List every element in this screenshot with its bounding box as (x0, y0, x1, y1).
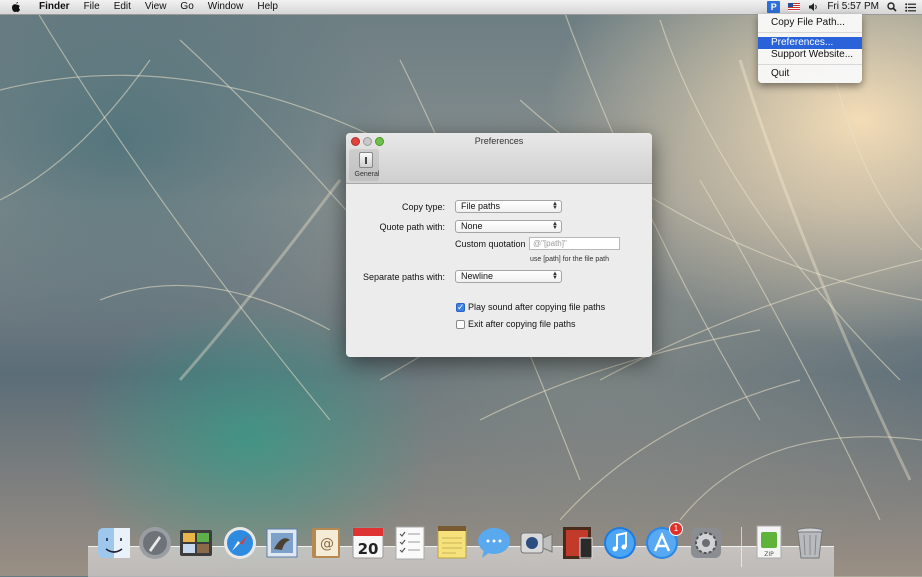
status-item-menu: Copy File Path... Preferences... Support… (758, 14, 862, 83)
custom-quotation-label: Custom quotation (455, 239, 526, 249)
quote-path-label: Quote path with: (379, 222, 445, 232)
general-preferences-icon (359, 152, 373, 168)
dock-separator (741, 527, 742, 567)
itunes-dock-icon[interactable] (602, 524, 638, 562)
menu-edit[interactable]: Edit (107, 0, 138, 14)
volume-icon[interactable] (808, 2, 819, 12)
menu-help[interactable]: Help (250, 0, 285, 14)
messages-dock-icon[interactable] (476, 524, 512, 562)
separate-paths-label: Separate paths with: (362, 272, 445, 282)
facetime-dock-icon[interactable] (518, 524, 554, 562)
copy-type-popup[interactable]: File paths ▲ ▼ (455, 200, 562, 213)
tab-general-label: General (354, 171, 380, 178)
menu-bar: Finder File Edit View Go Window Help P F… (0, 0, 922, 15)
play-sound-checkbox[interactable] (456, 302, 465, 313)
menu-item-quit[interactable]: Quit (758, 68, 862, 80)
popup-arrows-icon: ▲ ▼ (552, 221, 558, 231)
menu-clock[interactable]: Fri 5:57 PM (827, 0, 879, 14)
finder-dock-icon[interactable] (96, 524, 132, 562)
menu-window[interactable]: Window (201, 0, 251, 14)
copy-type-value: File paths (461, 201, 501, 211)
calendar-dock-icon[interactable]: 20 (350, 524, 386, 562)
contacts-dock-icon[interactable]: @ (308, 524, 344, 562)
menu-separator (758, 64, 862, 65)
notes-dock-icon[interactable] (434, 524, 470, 562)
menu-item-copy-file-path[interactable]: Copy File Path... (758, 17, 862, 29)
popup-arrows-icon: ▲ ▼ (552, 201, 558, 211)
trash-dock-icon[interactable] (792, 524, 828, 562)
safari-dock-icon[interactable] (222, 524, 258, 562)
copy-type-label: Copy type: (401, 202, 445, 212)
menu-finder[interactable]: Finder (32, 0, 77, 14)
spotlight-search-icon[interactable] (887, 2, 897, 12)
zip-archive-dock-icon[interactable]: ZIP (751, 524, 787, 562)
exit-after-copy-label[interactable]: Exit after copying file paths (468, 319, 576, 329)
input-source-flag-icon[interactable] (788, 3, 801, 11)
app-store-badge: 1 (669, 522, 683, 536)
mail-dock-icon[interactable] (264, 524, 300, 562)
play-sound-label[interactable]: Play sound after copying file paths (468, 302, 605, 312)
menu-view[interactable]: View (138, 0, 174, 14)
separate-paths-value: Newline (461, 271, 494, 281)
svg-text:@: @ (320, 536, 334, 552)
quote-path-popup[interactable]: None ▲ ▼ (455, 220, 562, 233)
tab-general[interactable]: General (349, 149, 379, 181)
apple-icon[interactable] (10, 1, 22, 13)
zip-label: ZIP (764, 551, 774, 558)
notification-center-icon[interactable] (905, 2, 916, 12)
quote-path-value: None (461, 221, 483, 231)
preferences-window: Preferences General Copy type: File path… (346, 133, 652, 357)
photo-booth-dock-icon[interactable] (178, 524, 214, 562)
custom-quotation-field[interactable]: @"[path]" (529, 237, 620, 250)
photo-browser-dock-icon[interactable] (560, 524, 596, 562)
exit-after-copy-checkbox[interactable] (456, 320, 465, 329)
separate-paths-popup[interactable]: Newline ▲ ▼ (455, 270, 562, 283)
popup-arrows-icon: ▲ ▼ (552, 271, 558, 281)
system-preferences-dock-icon[interactable] (688, 524, 724, 562)
launchpad-dock-icon[interactable] (137, 524, 173, 562)
menu-item-preferences[interactable]: Preferences... (758, 37, 862, 49)
menu-item-support-website[interactable]: Support Website... (758, 49, 862, 61)
copy-path-status-icon[interactable]: P (767, 1, 781, 13)
custom-quotation-hint: use [path] for the file path (530, 256, 609, 263)
window-titlebar[interactable]: Preferences General (346, 133, 652, 184)
status-area: P Fri 5:57 PM (759, 0, 922, 14)
window-title: Preferences (474, 136, 524, 146)
menu-file[interactable]: File (77, 0, 107, 14)
calendar-day: 20 (358, 540, 379, 558)
menu-separator (758, 32, 862, 33)
menu-go[interactable]: Go (173, 0, 200, 14)
reminders-dock-icon[interactable] (392, 524, 428, 562)
